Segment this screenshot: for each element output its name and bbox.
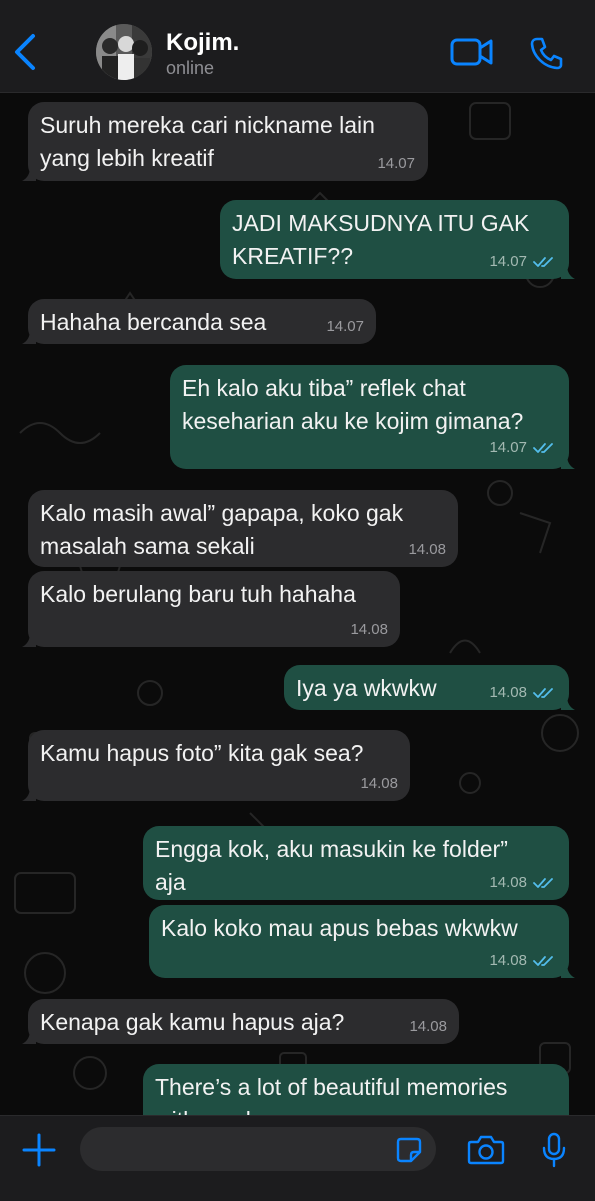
message-text-line: There’s a lot of beautiful memories [155, 1074, 508, 1100]
bubble-tail [22, 787, 36, 801]
sticker-icon [396, 1137, 422, 1163]
message-time: 14.08 [409, 1018, 447, 1035]
microphone-icon [542, 1132, 566, 1168]
contact-name[interactable]: Kojim. [166, 29, 239, 57]
message-outgoing[interactable]: Iya ya wkwkw 14.08 [284, 665, 575, 710]
message-outgoing[interactable]: There’s a lot of beautiful memories with… [143, 1064, 569, 1115]
message-incoming[interactable]: Hahaha bercanda sea 14.07 [22, 299, 376, 344]
message-text-line: JADI MAKSUDNYA ITU GAK [232, 210, 530, 236]
double-check-icon [533, 257, 553, 267]
message-outgoing[interactable]: JADI MAKSUDNYA ITU GAK KREATIF?? 14.07 [220, 200, 575, 279]
video-camera-icon [450, 38, 493, 66]
double-check-icon [533, 878, 553, 888]
message-time: 14.08 [408, 541, 446, 558]
double-check-icon [533, 443, 553, 453]
camera-button[interactable] [467, 1135, 505, 1165]
camera-icon [467, 1135, 505, 1165]
message-time: 14.08 [489, 874, 527, 891]
sticker-button[interactable] [396, 1137, 422, 1163]
message-time: 14.08 [489, 684, 527, 701]
message-text-line: Kalo koko mau apus bebas wkwkw [161, 915, 518, 941]
video-call-button[interactable] [450, 36, 494, 73]
message-incoming[interactable]: Kenapa gak kamu hapus aja? 14.08 [22, 999, 459, 1044]
message-time: 14.07 [489, 439, 527, 456]
message-input[interactable] [80, 1127, 436, 1171]
message-time: 14.07 [377, 155, 415, 172]
message-outgoing[interactable]: Kalo koko mau apus bebas wkwkw 14.08 [149, 905, 575, 978]
bubble-tail [22, 633, 36, 647]
message-text-line: Kamu hapus foto” kita gak sea? [40, 740, 364, 766]
double-check-icon [533, 688, 553, 698]
message-text-line: Engga kok, aku masukin ke folder” [155, 836, 508, 862]
message-text-line: keseharian aku ke kojim gimana? [182, 408, 524, 434]
message-incoming[interactable]: Suruh mereka cari nickname lain yang leb… [22, 102, 428, 181]
message-text-line: Suruh mereka cari nickname lain [40, 112, 375, 138]
bubble-tail [561, 455, 575, 469]
bubble-tail [561, 696, 575, 710]
plus-icon [22, 1133, 56, 1167]
bubble-tail [22, 1030, 36, 1044]
message-incoming[interactable]: Kamu hapus foto” kita gak sea? 14.08 [22, 730, 410, 801]
back-button[interactable] [12, 33, 38, 71]
message-time: 14.08 [360, 775, 398, 792]
message-text-line: Eh kalo aku tiba” reflek chat [182, 375, 466, 401]
message-text-line: Kalo masih awal” gapapa, koko gak [40, 500, 404, 526]
chat-header: Kojim. online [0, 0, 595, 93]
bubble-tail [561, 265, 575, 279]
message-text-line: Kenapa gak kamu hapus aja? [40, 1009, 345, 1035]
contact-status: online [166, 58, 215, 78]
message-incoming[interactable]: Kalo berulang baru tuh hahaha 14.08 [22, 571, 400, 647]
bubble-tail [22, 167, 36, 181]
voice-call-button[interactable] [530, 36, 564, 75]
bubble-tail [561, 964, 575, 978]
message-incoming[interactable]: Kalo masih awal” gapapa, koko gak masala… [28, 490, 458, 567]
message-outgoing[interactable]: Eh kalo aku tiba” reflek chat keseharian… [170, 365, 575, 469]
composer-bar [0, 1115, 595, 1201]
message-time: 14.07 [326, 318, 364, 335]
chevron-left-icon [15, 34, 35, 70]
message-time: 14.08 [350, 621, 388, 638]
message-text-line: masalah sama sekali [40, 533, 255, 559]
message-text-line: Kalo berulang baru tuh hahaha [40, 581, 356, 607]
message-text-line: yang lebih kreatif [40, 145, 214, 171]
phone-icon [530, 37, 563, 70]
message-time: 14.07 [489, 253, 527, 270]
bubble-tail [22, 330, 36, 344]
attach-button[interactable] [22, 1133, 56, 1167]
message-text-line: Hahaha bercanda sea [40, 309, 267, 335]
message-list[interactable]: Suruh mereka cari nickname lain yang leb… [0, 93, 595, 1115]
double-check-icon [533, 956, 553, 966]
message-time: 14.08 [489, 952, 527, 969]
message-text-line: with you ko [155, 1104, 557, 1115]
message-outgoing[interactable]: Engga kok, aku masukin ke folder” aja 14… [143, 826, 569, 900]
voice-message-button[interactable] [541, 1132, 567, 1168]
avatar[interactable] [96, 24, 152, 80]
